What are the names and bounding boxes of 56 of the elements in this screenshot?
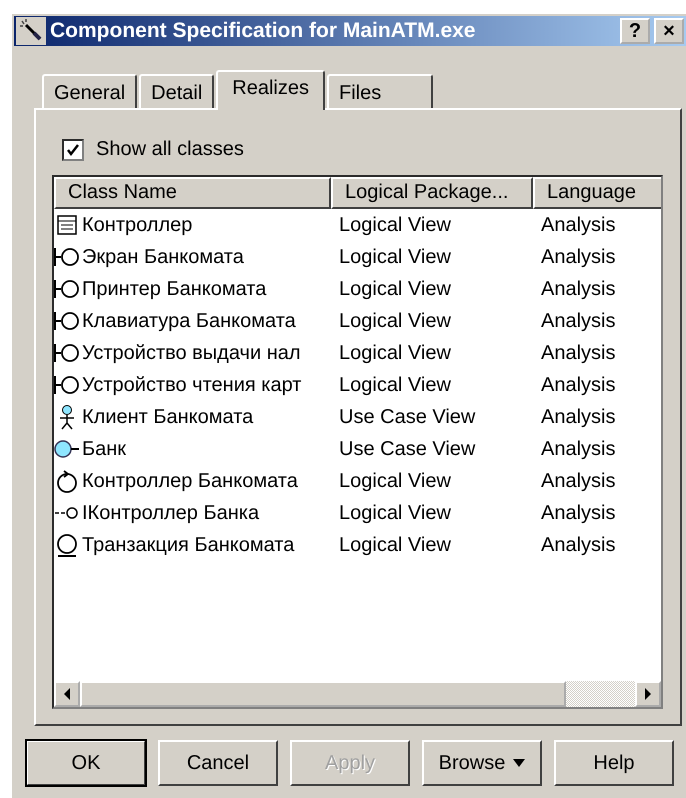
table-cell: Logical View — [339, 374, 451, 396]
tab[interactable]: Detail — [139, 74, 214, 108]
table-cell: Logical View — [339, 214, 451, 236]
table-cell: Контроллер — [82, 214, 192, 236]
tab[interactable]: Files — [327, 74, 434, 108]
dialog-button[interactable]: OK — [26, 740, 146, 786]
table-cell: Analysis — [541, 246, 616, 268]
window-title: Component Specification for MainATM.exe — [50, 19, 476, 43]
scroll-right-button[interactable] — [635, 681, 661, 707]
close-button[interactable]: × — [654, 18, 684, 44]
table-cell: Logical View — [339, 534, 451, 556]
table-cell: Устройство чтения карт — [82, 374, 302, 396]
table-cell: Analysis — [541, 342, 616, 364]
table-cell: Analysis — [541, 214, 616, 236]
magic-wand-icon — [16, 17, 46, 45]
table-cell: Analysis — [541, 534, 616, 556]
table-cell: Клиент Банкомата — [82, 406, 254, 428]
table-cell: Logical View — [339, 278, 451, 300]
checkbox-label: Show all classes — [96, 138, 244, 161]
table-cell: Клавиатура Банкомата — [82, 310, 296, 332]
column-header[interactable]: Class Name — [54, 177, 331, 209]
table-cell: Analysis — [541, 438, 616, 460]
dialog-button[interactable]: Cancel — [158, 740, 278, 786]
tab[interactable]: General — [42, 74, 138, 108]
table-cell: Контроллер Банкомата — [82, 470, 298, 492]
column-header[interactable]: Logical Package... — [331, 177, 533, 209]
dialog-button[interactable]: Help — [554, 740, 674, 786]
table-cell: Use Case View — [339, 438, 476, 460]
table-cell: Analysis — [541, 278, 616, 300]
table-cell: Logical View — [339, 246, 451, 268]
table-cell: Analysis — [541, 374, 616, 396]
table-cell: IКонтроллер Банка — [82, 502, 260, 524]
checkbox[interactable] — [62, 138, 84, 160]
scroll-thumb[interactable] — [80, 681, 566, 707]
table-cell: Транзакция Банкомата — [82, 534, 294, 556]
table-cell: Банк — [82, 438, 126, 460]
table-cell: Analysis — [541, 310, 616, 332]
table-cell: Принтер Банкомата — [82, 278, 266, 300]
table-cell: Analysis — [541, 406, 616, 428]
table-cell: Экран Банкомата — [82, 246, 244, 268]
table-cell: Устройство выдачи нал — [82, 342, 301, 364]
check-mark-icon — [66, 142, 80, 156]
tab[interactable]: Realizes — [216, 70, 325, 110]
scroll-left-button[interactable] — [54, 681, 80, 707]
table-cell: Analysis — [541, 470, 616, 492]
table-cell: Logical View — [339, 342, 451, 364]
column-header[interactable]: Language — [533, 177, 661, 209]
help-button[interactable]: ? — [620, 18, 650, 44]
table-cell: Logical View — [339, 470, 451, 492]
table-cell: Analysis — [541, 502, 616, 524]
table-cell: Logical View — [339, 310, 451, 332]
left-arrow-icon — [63, 688, 71, 700]
table-cell: Use Case View — [339, 406, 476, 428]
table-cell: Logical View — [339, 502, 451, 524]
dropdown-button[interactable]: Browse — [422, 740, 542, 786]
right-arrow-icon — [644, 688, 652, 700]
